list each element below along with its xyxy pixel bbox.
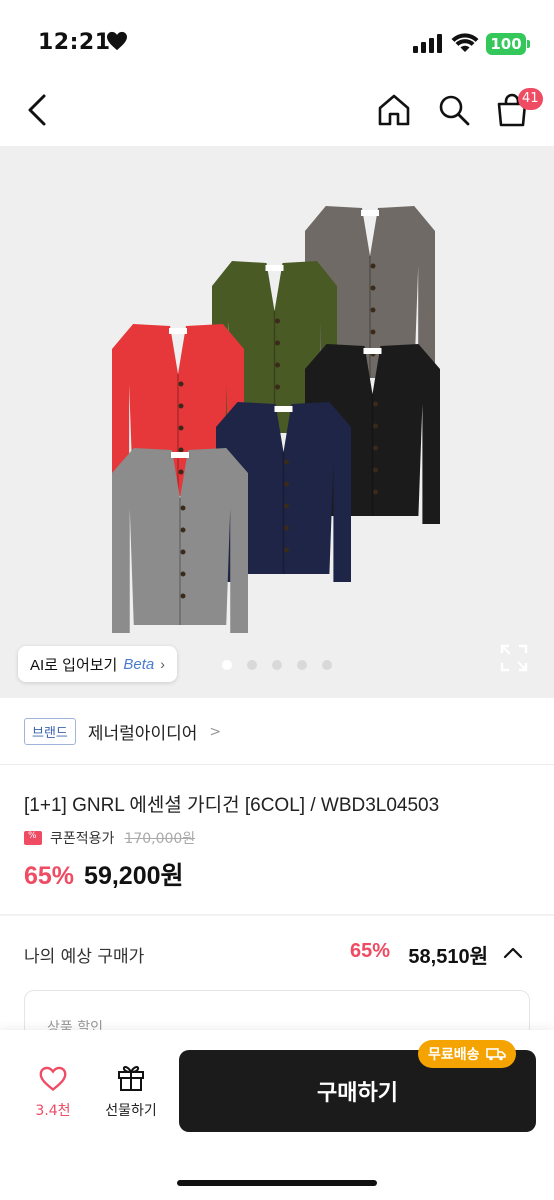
- signal-icon: [413, 34, 442, 53]
- beta-label: Beta: [123, 655, 155, 673]
- ai-try-on-label: AI로 입어보기: [30, 656, 118, 674]
- like-count: 3.4천: [35, 1103, 71, 1119]
- bottom-action-bar: 3.4천 선물하기 구매하기 무료배송: [0, 1030, 554, 1200]
- battery-nub: [527, 40, 530, 48]
- back-arrow-icon[interactable]: [22, 92, 52, 128]
- coupon-price-row: 쿠폰적용가 170,000원: [24, 828, 195, 848]
- home-icon[interactable]: [376, 92, 412, 128]
- coupon-icon: [24, 831, 42, 845]
- gift-icon: [118, 1066, 144, 1091]
- cart-count-badge: 41: [518, 88, 543, 110]
- chevron-right-icon: ›: [160, 656, 165, 672]
- price-row: 65% 59,200원: [24, 856, 184, 892]
- carousel-dot[interactable]: [247, 660, 257, 670]
- gift-label: 선물하기: [105, 1103, 157, 1119]
- free-shipping-badge: 무료배송: [418, 1040, 516, 1068]
- like-button[interactable]: 3.4천: [28, 1066, 78, 1120]
- estimated-price-label: 나의 예상 구매가: [24, 947, 145, 967]
- free-shipping-label: 무료배송: [428, 1047, 480, 1063]
- estimated-price: 58,510원: [408, 946, 488, 968]
- chevron-right-icon: >: [209, 723, 222, 740]
- product-image: [112, 206, 440, 633]
- product-image-carousel[interactable]: AI로 입어보기 Beta ›: [0, 146, 554, 698]
- top-nav: 41: [0, 80, 554, 146]
- search-icon[interactable]: [436, 92, 472, 128]
- estimated-price-row[interactable]: 나의 예상 구매가 65% 58,510원: [24, 940, 530, 968]
- divider: [0, 764, 554, 765]
- carousel-dot[interactable]: [272, 660, 282, 670]
- brand-row[interactable]: 브랜드 제너럴아이디어 >: [24, 718, 221, 745]
- home-indicator: [177, 1180, 377, 1186]
- wifi-icon: [451, 33, 479, 52]
- section-divider: [0, 914, 554, 916]
- original-price: 170,000원: [124, 831, 196, 847]
- chevron-up-icon[interactable]: [502, 942, 524, 964]
- battery-indicator: 100: [486, 33, 526, 55]
- status-bar: 12:21 100: [0, 0, 554, 80]
- product-title: [1+1] GNRL 에센셜 가디건 [6COL] / WBD3L04503: [24, 795, 440, 816]
- carousel-indicator: [222, 660, 332, 670]
- gift-button[interactable]: 선물하기: [98, 1062, 164, 1120]
- brand-name[interactable]: 제너럴아이디어: [88, 719, 197, 744]
- carousel-dot[interactable]: [322, 660, 332, 670]
- coupon-label: 쿠폰적용가: [50, 831, 115, 847]
- sale-price: 59,200원: [84, 862, 184, 890]
- carousel-dot[interactable]: [222, 660, 232, 670]
- heart-outline-icon: [39, 1066, 67, 1091]
- discount-rate: 65%: [24, 862, 75, 890]
- ai-try-on-button[interactable]: AI로 입어보기 Beta ›: [18, 646, 177, 682]
- truck-icon: [485, 1048, 506, 1061]
- heart-icon: [107, 31, 127, 51]
- expand-icon[interactable]: [500, 644, 528, 672]
- brand-tag: 브랜드: [24, 718, 76, 745]
- status-time: 12:21: [38, 30, 111, 55]
- estimated-discount: 65%: [349, 940, 390, 962]
- carousel-dot[interactable]: [297, 660, 307, 670]
